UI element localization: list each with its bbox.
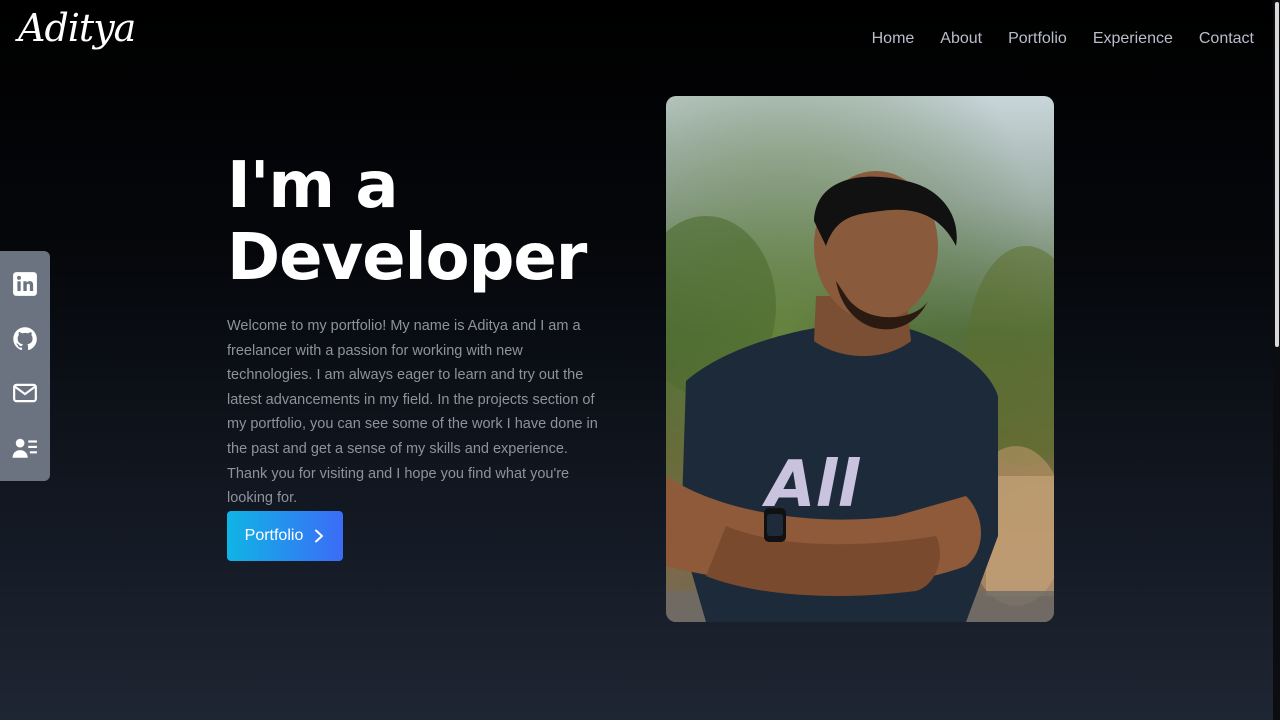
nav-home[interactable]: Home [872,30,915,48]
page-scrollbar[interactable] [1273,0,1280,720]
mail-icon [13,384,37,403]
nav-portfolio[interactable]: Portfolio [1008,30,1067,48]
hero-headline: I'm a Developer [227,150,627,294]
portfolio-button[interactable]: Portfolio [227,511,343,561]
headline-line-2: Developer [227,221,587,295]
linkedin-icon [13,272,37,297]
scrollbar-thumb[interactable] [1275,2,1279,347]
portfolio-button-label: Portfolio [244,527,304,544]
linkedin-link[interactable] [10,269,40,299]
email-link[interactable] [10,378,40,408]
nav-contact[interactable]: Contact [1199,30,1254,48]
nav-experience[interactable]: Experience [1093,30,1173,48]
headline-line-1: I'm a [227,149,399,223]
profile-photo-illustration: All [666,96,1054,622]
github-icon [13,327,37,350]
chevron-right-icon [315,529,324,543]
resume-icon [12,438,37,458]
hero-intro: Welcome to my portfolio! My name is Adit… [227,318,598,507]
main-nav: Home About Portfolio Experience Contact [846,30,1254,48]
site-logo[interactable]: Aditya [18,6,136,50]
github-link[interactable] [10,324,40,354]
social-sidebar [0,251,50,481]
nav-about[interactable]: About [940,30,982,48]
resume-link[interactable] [10,433,40,463]
profile-photo: All [666,96,1054,622]
